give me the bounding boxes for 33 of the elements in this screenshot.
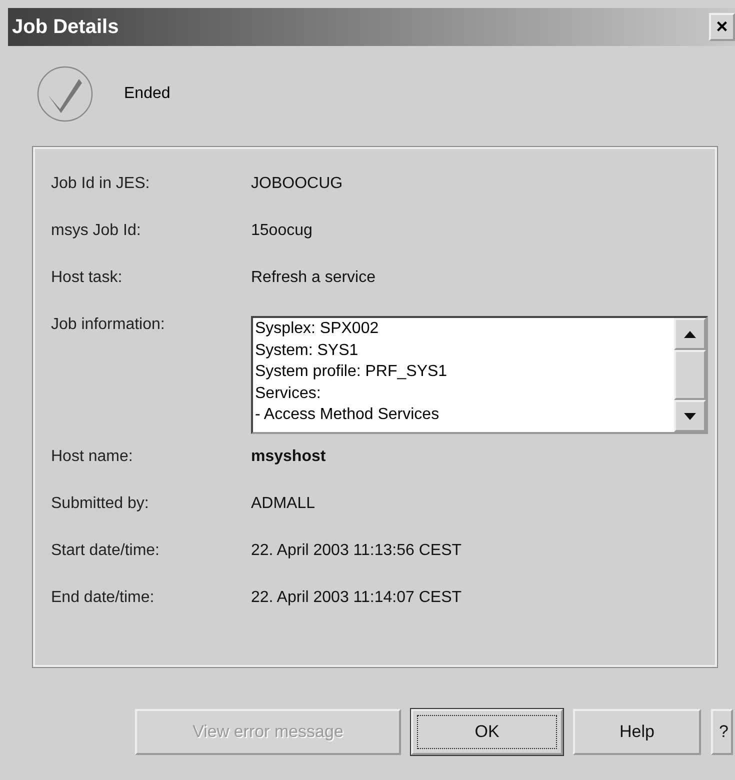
info-line: Sysplex: SPX002 <box>255 319 380 339</box>
field-label: End date/time: <box>51 589 156 607</box>
info-line: System: SYS1 <box>255 340 360 360</box>
field-value: Refresh a service <box>251 269 376 287</box>
info-line: System profile: PRF_SYS1 <box>255 362 448 382</box>
scroll-thumb[interactable] <box>674 350 706 400</box>
field-value: 22. April 2003 11:14:07 CEST <box>251 589 463 607</box>
up-arrow-icon <box>684 330 696 338</box>
field-label: Host task: <box>51 269 124 287</box>
field-value: ADMALL <box>251 495 316 513</box>
info-line: Services: <box>255 384 322 404</box>
field-label: Start date/time: <box>51 542 160 560</box>
job-information-box[interactable]: Sysplex: SPX002 System: SYS1 System profile: PRF_SYS1 Services: - Access Method Services <box>251 316 708 434</box>
field-value: JOBOOCUG <box>251 175 344 193</box>
dialog-button[interactable]: Help <box>573 709 701 755</box>
scroll-up-button[interactable] <box>674 318 706 350</box>
field-label: Job Id in JES: <box>51 175 151 193</box>
field-value: 15oocug <box>251 222 314 240</box>
scroll-down-button[interactable] <box>674 400 706 432</box>
close-button[interactable]: × <box>709 13 735 41</box>
window-title: Job Details <box>12 16 119 38</box>
info-line: - Access Method Services <box>255 405 440 425</box>
down-arrow-icon <box>684 412 696 420</box>
status-text: Ended <box>124 85 170 103</box>
dialog-button[interactable]: OK <box>411 709 563 755</box>
field-label: Job information: <box>51 316 166 334</box>
field-label: Host name: <box>51 448 134 466</box>
field-label: msys Job Id: <box>51 222 142 240</box>
field-value: msyshost <box>251 448 327 466</box>
field-value: 22. April 2003 11:13:56 CEST <box>251 542 463 560</box>
field-label: Submitted by: <box>51 495 150 513</box>
dialog-button[interactable]: ? <box>711 709 733 755</box>
checkmark-icon <box>36 65 94 123</box>
